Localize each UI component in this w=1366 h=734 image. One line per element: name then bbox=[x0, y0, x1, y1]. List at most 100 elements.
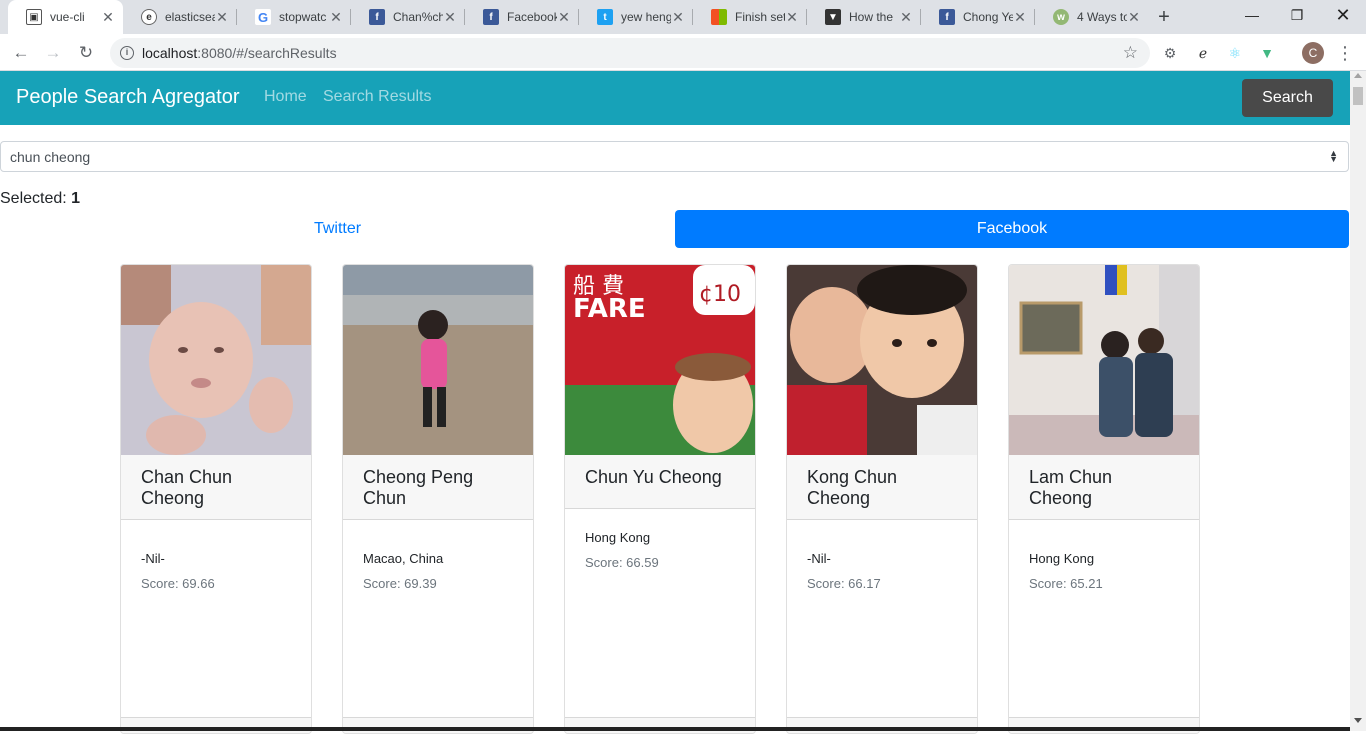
card-score: Score: 66.17 bbox=[807, 576, 881, 591]
browser-tab[interactable]: Finish set ✕ bbox=[693, 0, 807, 34]
browser-tab[interactable]: f Facebook ✕ bbox=[465, 0, 579, 34]
twitter-icon: t bbox=[597, 9, 613, 25]
elastic-icon: e bbox=[141, 9, 157, 25]
app-navbar: People Search Agregator Home Search Resu… bbox=[0, 71, 1350, 125]
browser-tab[interactable]: ▼ How the ✕ bbox=[807, 0, 921, 34]
card-location: Hong Kong bbox=[1029, 551, 1095, 566]
card-score: Score: 65.21 bbox=[1029, 576, 1103, 591]
scroll-up-icon[interactable] bbox=[1354, 73, 1362, 78]
tab-title: vue-cli bbox=[50, 10, 85, 24]
close-icon[interactable]: ✕ bbox=[785, 10, 799, 24]
selected-value: 1 bbox=[71, 190, 81, 207]
scroll-thumb[interactable] bbox=[1353, 87, 1363, 105]
reload-button[interactable]: ↻ bbox=[73, 40, 99, 66]
back-button[interactable]: ← bbox=[8, 40, 34, 66]
tab-title: Finish set bbox=[735, 10, 785, 24]
selected-count: Selected: 1 bbox=[0, 190, 80, 208]
close-icon[interactable]: ✕ bbox=[329, 10, 343, 24]
brand-title[interactable]: People Search Agregator bbox=[16, 86, 240, 109]
profile-photo bbox=[121, 265, 311, 455]
profile-photo bbox=[1009, 265, 1199, 455]
card-score: Score: 66.59 bbox=[585, 555, 659, 570]
close-icon[interactable]: ✕ bbox=[101, 10, 115, 24]
close-icon[interactable]: ✕ bbox=[671, 10, 685, 24]
card-footer bbox=[565, 717, 755, 733]
profile-photo: 船 費 FARE ¢10 bbox=[565, 265, 755, 455]
browser-tab[interactable]: f Chong Ye ✕ bbox=[921, 0, 1035, 34]
close-icon[interactable]: ✕ bbox=[557, 10, 571, 24]
scroll-down-icon[interactable] bbox=[1354, 718, 1362, 723]
bookmark-star-icon[interactable]: ☆ bbox=[1123, 43, 1138, 63]
browser-tab[interactable]: G stopwatc ✕ bbox=[237, 0, 351, 34]
card-name: Chun Yu Cheong bbox=[565, 455, 755, 509]
nav-home-link[interactable]: Home bbox=[264, 88, 307, 106]
info-icon[interactable]: i bbox=[120, 46, 134, 60]
extension-icon[interactable]: ⚙ bbox=[1160, 43, 1180, 63]
profile-avatar[interactable]: C bbox=[1302, 42, 1324, 64]
card-score: Score: 69.66 bbox=[141, 576, 215, 591]
card-footer bbox=[121, 717, 311, 733]
card-location: Macao, China bbox=[363, 551, 444, 566]
tab-title: Chong Ye bbox=[963, 10, 1013, 24]
close-icon[interactable]: ✕ bbox=[443, 10, 457, 24]
facebook-icon: f bbox=[369, 9, 385, 25]
tab-title: elasticsea bbox=[165, 10, 215, 24]
card-name: Lam Chun Cheong bbox=[1009, 455, 1199, 520]
tab-facebook[interactable]: Facebook bbox=[675, 210, 1349, 248]
card-footer bbox=[787, 717, 977, 733]
browser-tab[interactable]: e elasticsea ✕ bbox=[123, 0, 237, 34]
tab-twitter[interactable]: Twitter bbox=[0, 210, 675, 248]
vue-extension-icon[interactable]: ▼ bbox=[1257, 43, 1277, 63]
tab-title: 4 Ways to bbox=[1077, 10, 1127, 24]
tab-title: How the bbox=[849, 10, 894, 24]
close-icon[interactable]: ✕ bbox=[1013, 10, 1027, 24]
elastic-extension-icon[interactable]: ℯ bbox=[1193, 43, 1213, 63]
browser-tab[interactable]: ▣ vue-cli ✕ bbox=[8, 0, 123, 34]
address-bar[interactable]: i localhost:8080/#/searchResults ☆ bbox=[110, 38, 1150, 68]
menu-icon[interactable]: ⋮ bbox=[1336, 41, 1354, 65]
search-button[interactable]: Search bbox=[1242, 79, 1333, 117]
tab-title: stopwatc bbox=[279, 10, 327, 24]
react-extension-icon[interactable]: ⚛ bbox=[1225, 43, 1245, 63]
query-select-value: chun cheong bbox=[10, 149, 91, 165]
card-name: Cheong Peng Chun bbox=[343, 455, 533, 520]
minimize-button[interactable]: — bbox=[1229, 0, 1275, 32]
card-location: Hong Kong bbox=[585, 530, 651, 545]
card-score: Score: 69.39 bbox=[363, 576, 437, 591]
close-icon[interactable]: ✕ bbox=[1127, 10, 1141, 24]
profile-photo bbox=[787, 265, 977, 455]
result-card[interactable]: Kong Chun Cheong -Nil- Score: 66.17 bbox=[786, 264, 978, 734]
card-location: -Nil- bbox=[141, 551, 165, 566]
browser-tab[interactable]: w 4 Ways to ✕ bbox=[1035, 0, 1149, 34]
card-footer bbox=[1009, 717, 1199, 733]
card-name: Chan Chun Cheong bbox=[121, 455, 311, 520]
taskbar-edge bbox=[0, 727, 1350, 731]
close-icon[interactable]: ✕ bbox=[215, 10, 229, 24]
card-footer bbox=[343, 717, 533, 733]
forward-button[interactable]: → bbox=[40, 40, 66, 66]
close-window-button[interactable]: ✕ bbox=[1320, 0, 1366, 32]
result-card[interactable]: 船 費 FARE ¢10 Chun Yu Cheong Hong Kong Sc… bbox=[564, 264, 756, 734]
restore-button[interactable]: ❐ bbox=[1274, 0, 1320, 32]
browser-tab[interactable]: f Chan%ch ✕ bbox=[351, 0, 465, 34]
facebook-icon: f bbox=[939, 9, 955, 25]
result-card[interactable]: Lam Chun Cheong Hong Kong Score: 65.21 bbox=[1008, 264, 1200, 734]
photo-sign-text: ¢10 bbox=[699, 282, 741, 307]
card-name: Kong Chun Cheong bbox=[787, 455, 977, 520]
browser-toolbar: ← → ↻ i localhost:8080/#/searchResults ☆… bbox=[0, 34, 1366, 71]
result-card[interactable]: Cheong Peng Chun Macao, China Score: 69.… bbox=[342, 264, 534, 734]
browser-tabstrip: ▣ vue-cli ✕ e elasticsea ✕ G stopwatc ✕ … bbox=[0, 0, 1366, 34]
browser-tab[interactable]: t yew heng ✕ bbox=[579, 0, 693, 34]
google-icon: G bbox=[255, 9, 271, 25]
url-path: :8080/#/searchResults bbox=[197, 45, 337, 61]
query-select[interactable]: chun cheong ▲ ▼ bbox=[0, 141, 1349, 172]
result-card[interactable]: Chan Chun Cheong -Nil- Score: 69.66 bbox=[120, 264, 312, 734]
close-icon[interactable]: ✕ bbox=[899, 10, 913, 24]
nav-results-link[interactable]: Search Results bbox=[323, 88, 432, 106]
url-host: localhost bbox=[142, 45, 198, 61]
new-tab-button[interactable]: + bbox=[1152, 5, 1176, 29]
photo-sign-text: FARE bbox=[573, 294, 646, 324]
facebook-icon: f bbox=[483, 9, 499, 25]
page-scrollbar[interactable] bbox=[1350, 71, 1366, 731]
tab-title: Facebook bbox=[507, 10, 557, 24]
